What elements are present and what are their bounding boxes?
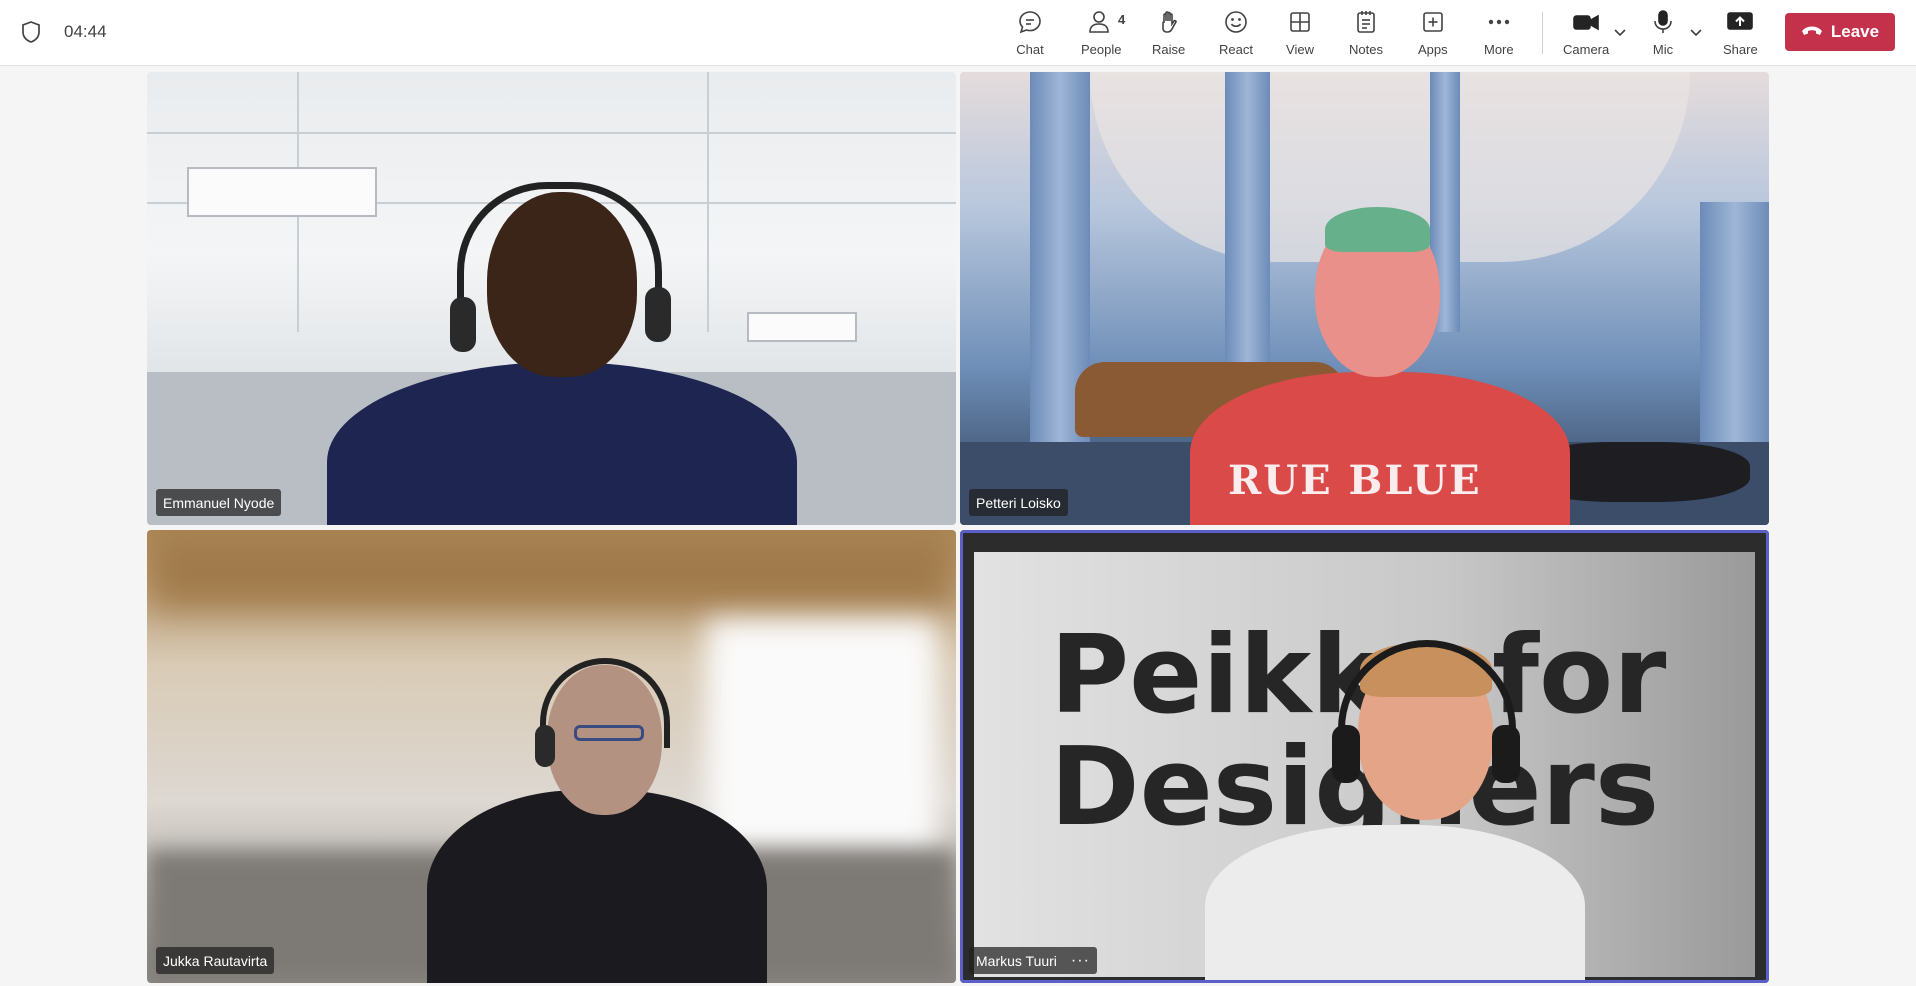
participant-name-tag: Petteri Loisko — [969, 489, 1068, 516]
participant-name-tag: Jukka Rautavirta — [156, 947, 275, 974]
participant-name: Markus Tuuri — [976, 952, 1057, 969]
video-tile-petteri[interactable]: RUE BLUE Petteri Loisko — [960, 72, 1769, 525]
notes-button[interactable]: Notes — [1349, 8, 1383, 60]
participant-name-tag: Emmanuel Nyode — [156, 489, 282, 516]
camera-options-chevron-down-icon[interactable] — [1612, 24, 1628, 40]
participant-video-feed — [147, 72, 956, 525]
camera-label: Camera — [1563, 42, 1610, 57]
apps-label: Apps — [1418, 42, 1448, 57]
apps-add-icon — [1419, 8, 1447, 36]
mic-button[interactable]: Mic — [1649, 8, 1677, 60]
mic-icon — [1649, 8, 1677, 36]
view-button[interactable]: View — [1286, 8, 1314, 60]
raise-hand-button[interactable]: Raise — [1152, 8, 1185, 60]
react-smiley-icon — [1222, 8, 1250, 36]
view-label: View — [1286, 42, 1314, 57]
camera-icon — [1572, 8, 1600, 36]
people-button[interactable]: 4 People — [1081, 8, 1125, 60]
more-button[interactable]: More — [1484, 8, 1514, 60]
leave-label: Leave — [1830, 22, 1880, 41]
phone-hangup-icon — [1801, 22, 1823, 42]
toolbar-divider — [1542, 12, 1543, 54]
shield-icon — [20, 20, 42, 44]
leave-button[interactable]: Leave — [1785, 13, 1895, 51]
camera-button[interactable]: Camera — [1563, 8, 1609, 60]
participant-name-tag: Markus Tuuri ··· — [969, 947, 1097, 974]
notes-label: Notes — [1349, 42, 1383, 57]
video-tile-emmanuel[interactable]: Emmanuel Nyode — [147, 72, 956, 525]
more-dots-icon — [1485, 8, 1513, 36]
raise-hand-icon — [1155, 8, 1183, 36]
notes-icon — [1352, 8, 1380, 36]
video-tile-markus-active-speaker[interactable]: Peikko for Designers Markus Tuuri ··· — [960, 530, 1769, 983]
chat-icon — [1016, 8, 1044, 36]
participant-name: Petteri Loisko — [976, 494, 1061, 511]
people-label: People — [1081, 42, 1122, 57]
shirt-print-text: RUE BLUE — [1228, 457, 1482, 504]
mic-label: Mic — [1652, 42, 1674, 57]
share-button[interactable]: Share — [1723, 8, 1758, 60]
meeting-toolbar: 04:44 Chat 4 People Raise React View Not… — [0, 0, 1916, 66]
share-label: Share — [1723, 42, 1758, 57]
participant-video-feed: Peikko for Designers — [960, 530, 1769, 983]
participant-more-options-icon[interactable]: ··· — [1071, 952, 1090, 970]
people-icon: 4 — [1087, 8, 1125, 36]
people-count-badge: 4 — [1118, 12, 1126, 27]
react-button[interactable]: React — [1219, 8, 1253, 60]
more-label: More — [1484, 42, 1514, 57]
raise-label: Raise — [1152, 42, 1186, 57]
participant-name: Emmanuel Nyode — [163, 494, 275, 511]
meeting-timer: 04:44 — [64, 22, 107, 41]
participant-video-feed — [147, 530, 956, 983]
view-grid-icon — [1286, 8, 1314, 36]
react-label: React — [1219, 42, 1253, 57]
participant-name: Jukka Rautavirta — [163, 952, 268, 969]
chat-label: Chat — [1016, 42, 1044, 57]
video-tile-jukka[interactable]: Jukka Rautavirta — [147, 530, 956, 983]
chat-button[interactable]: Chat — [1016, 8, 1044, 60]
share-tray-icon — [1726, 8, 1754, 36]
mic-options-chevron-down-icon[interactable] — [1688, 24, 1704, 40]
participant-video-feed: RUE BLUE — [960, 72, 1769, 525]
apps-button[interactable]: Apps — [1418, 8, 1448, 60]
